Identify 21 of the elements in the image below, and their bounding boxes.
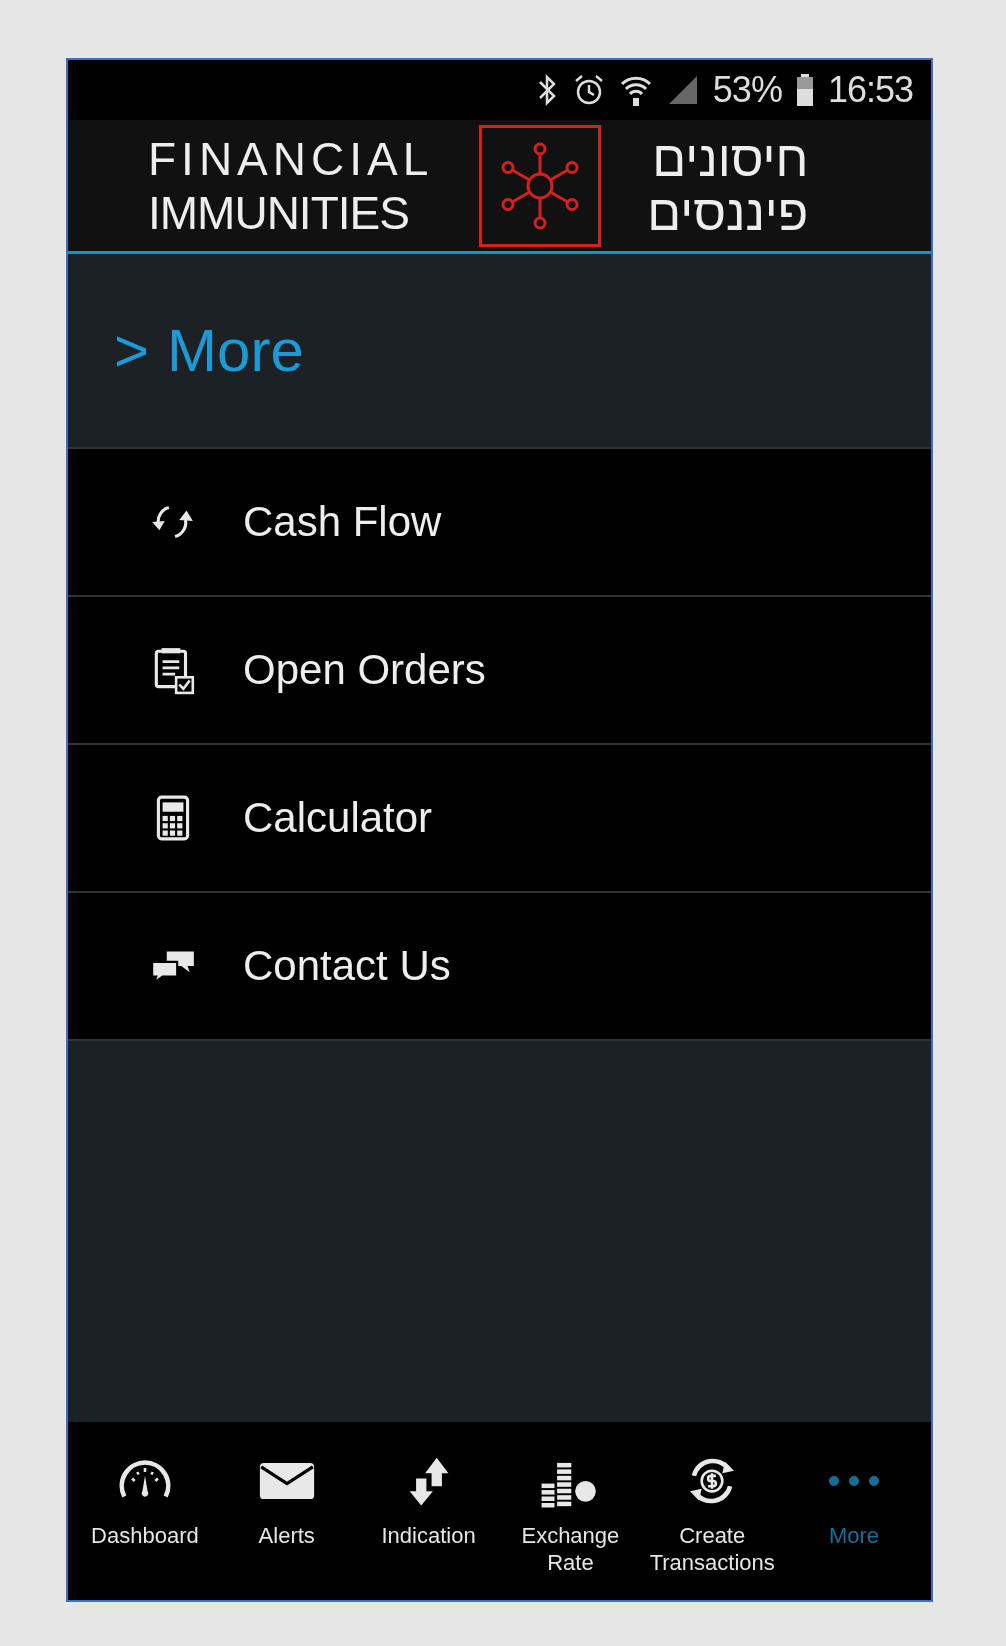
menu-item[interactable]: Cash Flow xyxy=(68,449,931,597)
nav-tab[interactable]: More xyxy=(784,1450,925,1549)
network-logo-icon xyxy=(479,124,602,247)
logo-text: FINANCIAL xyxy=(148,131,434,186)
nav-tab[interactable]: Exchange Rate xyxy=(500,1450,641,1576)
logo-text: IMMUNITIES xyxy=(148,185,410,240)
status-time: 16:53 xyxy=(827,69,913,111)
more-dots-icon xyxy=(828,1476,881,1486)
page-title: More xyxy=(167,316,304,385)
battery-percent: 53% xyxy=(712,69,782,111)
logo-hebrew-text: פיננסים xyxy=(647,185,809,240)
logo-hebrew-text: חיסונים xyxy=(651,131,809,186)
menu-item[interactable]: Contact Us xyxy=(68,893,931,1041)
nav-tab[interactable]: Dashboard xyxy=(74,1450,215,1549)
battery-icon xyxy=(795,73,814,107)
menu-item[interactable]: Calculator xyxy=(68,745,931,893)
menu-item[interactable]: Open Orders xyxy=(68,597,931,745)
nav-tab[interactable]: Create Transactions xyxy=(642,1450,783,1576)
nav-tab[interactable]: Indication xyxy=(358,1450,499,1549)
breadcrumb-marker: > xyxy=(114,316,150,385)
nav-tab[interactable]: Alerts xyxy=(216,1450,357,1549)
